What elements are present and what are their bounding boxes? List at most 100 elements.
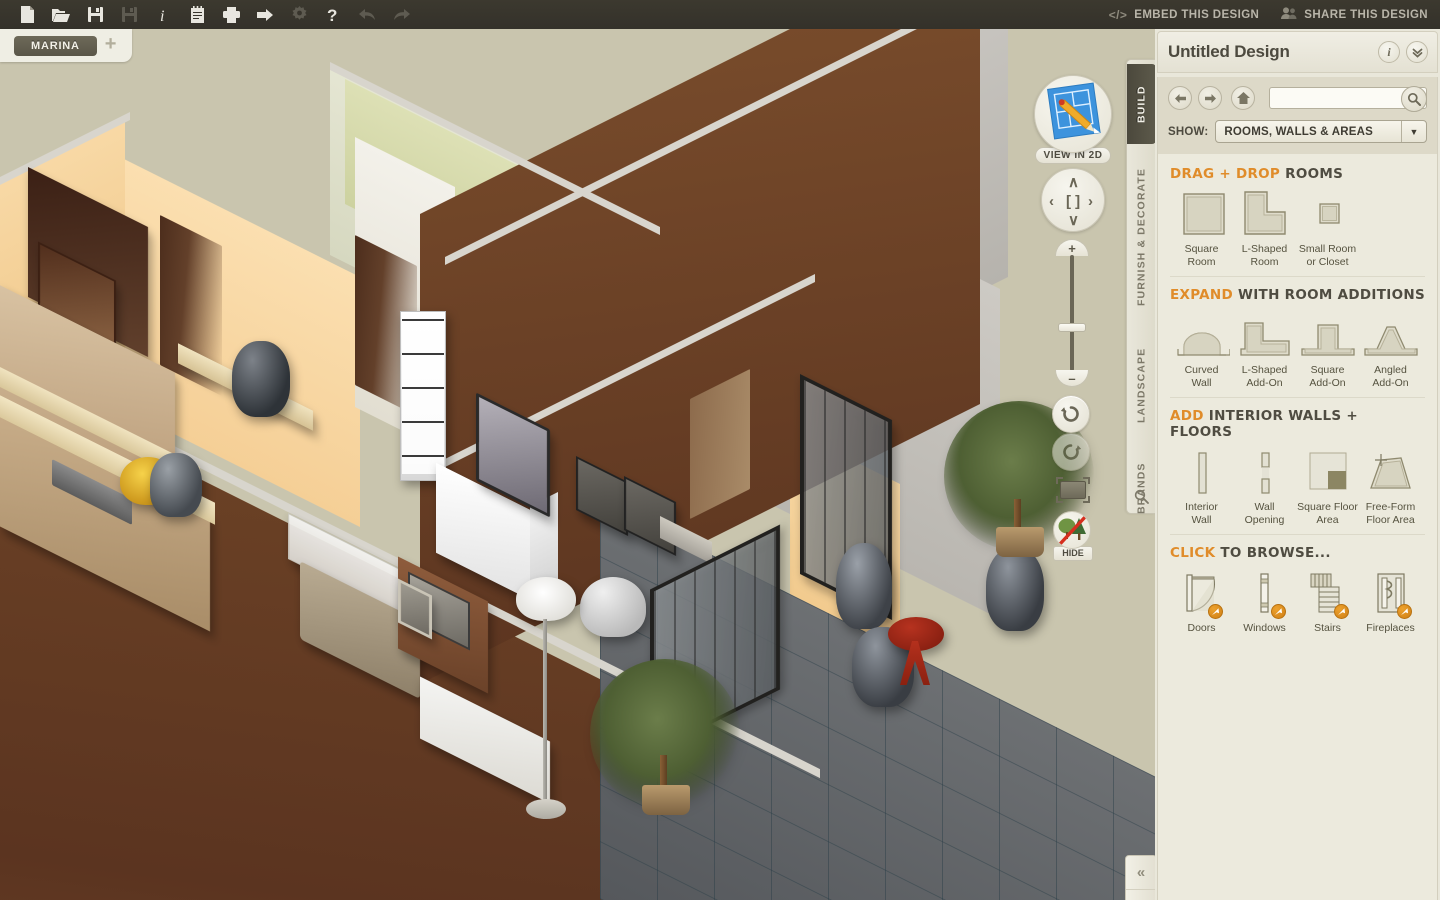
rail-tab-furnish-decorate[interactable]: FURNISH & DECORATE bbox=[1127, 152, 1156, 322]
pan-down-icon[interactable]: ∨ bbox=[1068, 213, 1079, 228]
zoom-out-button[interactable]: – bbox=[1055, 370, 1089, 387]
fireplaces-icon bbox=[1368, 569, 1414, 619]
document-tab-marina[interactable]: MARINA bbox=[14, 35, 97, 56]
home-icon[interactable] bbox=[1231, 86, 1255, 110]
panel-search-bar: SHOW: ROOMS, WALLS & AREAS ▼ bbox=[1157, 77, 1438, 154]
zoom-in-button[interactable]: + bbox=[1055, 239, 1089, 256]
plant-pot-living[interactable] bbox=[642, 785, 690, 815]
collapse-left-button[interactable]: « bbox=[1126, 856, 1155, 889]
redo-icon[interactable] bbox=[384, 2, 418, 28]
save-as-icon[interactable] bbox=[112, 2, 146, 28]
snapshot-icon[interactable] bbox=[1056, 477, 1090, 503]
save-icon[interactable] bbox=[78, 2, 112, 28]
rail-tab-landscape[interactable]: LANDSCAPE bbox=[1127, 330, 1156, 440]
item-square-addon[interactable]: Square Add-On bbox=[1296, 311, 1359, 389]
export-icon[interactable] bbox=[248, 2, 282, 28]
recenter-icon[interactable]: [ ] bbox=[1066, 194, 1080, 209]
collapse-right-button[interactable]: » bbox=[1126, 889, 1155, 900]
toolbar-right-links: </> EMBED THIS DESIGN SHARE THIS DESIGN bbox=[1109, 0, 1428, 29]
section-items: Doors Windows Stairs Fireplaces bbox=[1170, 569, 1425, 635]
forward-arrow-icon[interactable] bbox=[1198, 86, 1222, 110]
3d-floorplan-scene[interactable] bbox=[0, 29, 1155, 900]
view-in-2d-control[interactable]: VIEW IN 2D bbox=[1033, 75, 1113, 164]
search-submit-icon[interactable] bbox=[1401, 86, 1427, 112]
item-square-room[interactable]: Square Room bbox=[1170, 190, 1233, 268]
item-label: Fireplaces bbox=[1366, 622, 1415, 634]
section-interior-walls-floors: ADD INTERIOR WALLS + FLOORS Interior Wal… bbox=[1170, 408, 1425, 535]
zoom-slider[interactable]: + – bbox=[1055, 239, 1089, 387]
embed-design-label: EMBED THIS DESIGN bbox=[1134, 8, 1260, 21]
pan-navigation-pad[interactable]: ∧ ∨ ‹ › [ ] bbox=[1041, 168, 1105, 232]
item-label: Free-Form Floor Area bbox=[1365, 501, 1416, 526]
rotate-left-icon[interactable] bbox=[1052, 395, 1090, 433]
item-small-room-or-closet[interactable]: Small Room or Closet bbox=[1296, 190, 1359, 268]
build-panel: Untitled Design i SHOW: ROOMS, WALLS & A… bbox=[1155, 29, 1440, 900]
item-l-shaped-addon[interactable]: L-Shaped Add-On bbox=[1233, 311, 1296, 389]
search-icon[interactable] bbox=[1127, 483, 1156, 509]
section-title-accent: DRAG + DROP bbox=[1170, 166, 1281, 182]
item-label: Small Room or Closet bbox=[1298, 243, 1357, 268]
show-filter-row: SHOW: ROOMS, WALLS & AREAS ▼ bbox=[1168, 120, 1427, 143]
item-label: Angled Add-On bbox=[1372, 364, 1409, 389]
pan-up-icon[interactable]: ∧ bbox=[1068, 175, 1079, 190]
pan-left-icon[interactable]: ‹ bbox=[1049, 194, 1054, 209]
rotate-right-icon[interactable] bbox=[1052, 433, 1090, 471]
new-file-icon[interactable] bbox=[10, 2, 44, 28]
office-chair[interactable] bbox=[232, 341, 290, 417]
rail-tab-landscape-label: LANDSCAPE bbox=[1135, 347, 1148, 423]
embed-design-button[interactable]: </> EMBED THIS DESIGN bbox=[1109, 8, 1260, 22]
item-curved-wall[interactable]: Curved Wall bbox=[1170, 311, 1233, 389]
patio-chair-1[interactable] bbox=[836, 543, 892, 629]
snapshot-corner-tl bbox=[1056, 477, 1063, 484]
toolbar-icon-group: i ? bbox=[0, 2, 418, 28]
zoom-slider-handle[interactable] bbox=[1058, 323, 1086, 332]
section-room-additions: EXPAND WITH ROOM ADDITIONS Curved Wall L… bbox=[1170, 287, 1425, 398]
item-interior-wall[interactable]: Interior Wall bbox=[1170, 448, 1233, 526]
design-viewport[interactable]: VIEW IN 2D ∧ ∨ ‹ › [ ] + – HIDE « bbox=[0, 29, 1155, 900]
item-stairs[interactable]: Stairs bbox=[1296, 569, 1359, 635]
item-doors[interactable]: Doors bbox=[1170, 569, 1233, 635]
hide-trees-icon[interactable] bbox=[1053, 511, 1091, 549]
chevron-down-icon[interactable]: ▼ bbox=[1401, 121, 1426, 142]
main-toolbar: i ? </> EMBED THIS DESIGN SHARE THIS DES… bbox=[0, 0, 1440, 29]
item-windows[interactable]: Windows bbox=[1233, 569, 1296, 635]
help-icon[interactable]: ? bbox=[316, 2, 350, 28]
accent-chair[interactable] bbox=[580, 577, 646, 637]
item-wall-opening[interactable]: Wall Opening bbox=[1233, 448, 1296, 526]
item-l-shaped-room[interactable]: L-Shaped Room bbox=[1233, 190, 1296, 268]
gear-icon[interactable] bbox=[282, 2, 316, 28]
panel-search-field[interactable] bbox=[1269, 86, 1427, 112]
undo-icon[interactable] bbox=[350, 2, 384, 28]
plant-pot-patio[interactable] bbox=[996, 527, 1044, 557]
section-title: ADD INTERIOR WALLS + FLOORS bbox=[1170, 408, 1425, 440]
item-label: Wall Opening bbox=[1244, 501, 1285, 526]
item-angled-addon[interactable]: Angled Add-On bbox=[1359, 311, 1422, 389]
panel-header: Untitled Design i bbox=[1157, 31, 1438, 73]
section-title-rest: ROOMS bbox=[1280, 166, 1344, 182]
bar-stool-1[interactable] bbox=[150, 453, 202, 517]
floor-lamp[interactable] bbox=[516, 577, 576, 621]
notes-icon[interactable] bbox=[180, 2, 214, 28]
rail-tab-build[interactable]: BUILD bbox=[1127, 64, 1156, 144]
print-icon[interactable] bbox=[214, 2, 248, 28]
share-design-button[interactable]: SHARE THIS DESIGN bbox=[1281, 6, 1428, 23]
patio-chair-3[interactable] bbox=[986, 547, 1044, 631]
zoom-slider-track[interactable] bbox=[1070, 255, 1074, 371]
item-fireplaces[interactable]: Fireplaces bbox=[1359, 569, 1422, 635]
info-icon[interactable]: i bbox=[146, 2, 180, 28]
item-freeform-floor-area[interactable]: Free-Form Floor Area bbox=[1359, 448, 1422, 526]
floor-lamp-pole bbox=[543, 619, 547, 819]
show-dropdown[interactable]: ROOMS, WALLS & AREAS ▼ bbox=[1215, 120, 1427, 143]
view-2d-icon[interactable] bbox=[1034, 75, 1112, 153]
pan-right-icon[interactable]: › bbox=[1088, 194, 1093, 209]
open-folder-icon[interactable] bbox=[44, 2, 78, 28]
add-tab-button[interactable]: + bbox=[105, 34, 117, 57]
item-label: Windows bbox=[1243, 622, 1286, 634]
back-arrow-icon[interactable] bbox=[1168, 86, 1192, 110]
square-addon-icon bbox=[1300, 311, 1356, 359]
item-square-floor-area[interactable]: Square Floor Area bbox=[1296, 448, 1359, 526]
info-icon[interactable]: i bbox=[1378, 41, 1400, 63]
section-title-rest: WITH ROOM ADDITIONS bbox=[1233, 287, 1425, 303]
chevron-down-icon[interactable] bbox=[1406, 41, 1428, 63]
hide-landscape-control[interactable]: HIDE bbox=[1053, 511, 1093, 561]
